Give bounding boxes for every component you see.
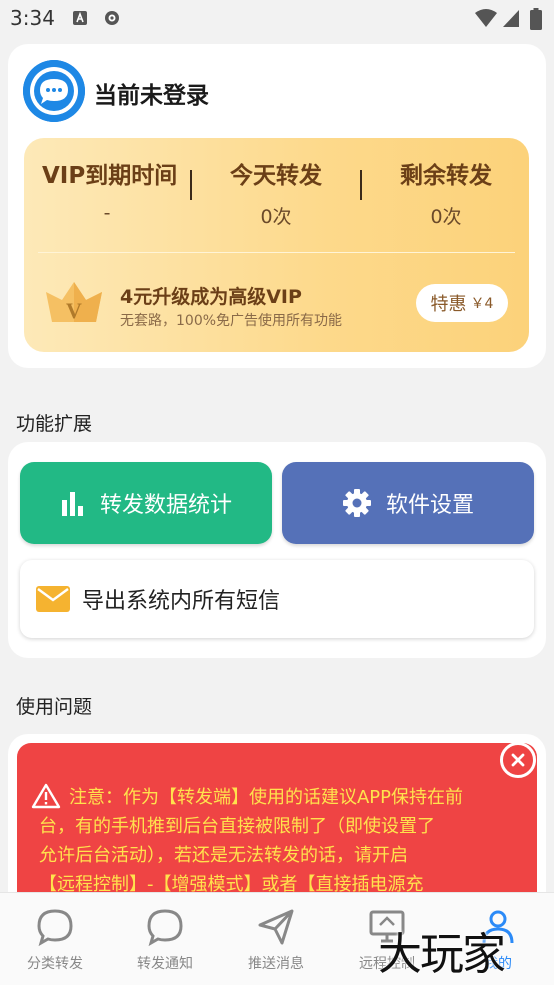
button-label: 转发数据统计 xyxy=(99,493,232,518)
app-screen: 3:34 当前未登录 VIP到期时间 - 今天转发 0次 剩余转发 0次 V 4… xyxy=(0,0,554,985)
price-label: 特惠 xyxy=(430,294,467,315)
close-icon xyxy=(511,753,525,767)
section-title-usage: 使用问题 xyxy=(16,696,93,718)
software-settings-button[interactable]: 软件设置 xyxy=(282,462,534,544)
stat-label: 剩余转发 xyxy=(400,163,492,189)
stat-divider xyxy=(190,170,192,200)
send-icon xyxy=(258,909,294,945)
stat-vip-expiry: VIP到期时间 - xyxy=(42,156,178,224)
gear-icon xyxy=(342,489,371,517)
alert-line: 允许后台活动），若还是无法转发的话，请开启 xyxy=(39,845,408,866)
button-label: 软件设置 xyxy=(385,493,474,518)
stat-value: 0次 xyxy=(430,206,462,228)
stat-label: VIP到期时间 xyxy=(42,163,178,189)
alert-line: 台，有的手机推到后台直接被限制了（即使设置了 xyxy=(39,816,435,837)
envelope-icon xyxy=(36,586,70,612)
stat-value: 0次 xyxy=(260,206,292,228)
export-sms-button[interactable]: 导出系统内所有短信 xyxy=(20,560,534,638)
login-status[interactable]: 当前未登录 xyxy=(94,76,209,110)
message-notification-icon xyxy=(105,11,119,25)
status-bar: 3:34 xyxy=(0,0,554,38)
forward-stats-button[interactable]: 转发数据统计 xyxy=(20,462,272,544)
vip-panel: VIP到期时间 - 今天转发 0次 剩余转发 0次 V 4元升级成为高级VIP … xyxy=(24,138,529,352)
nav-item-category-forward[interactable]: 分类转发 xyxy=(0,907,110,973)
stat-divider xyxy=(360,170,362,200)
chat-avatar-icon xyxy=(23,60,85,122)
nav-item-forward-notification[interactable]: 转发通知 xyxy=(110,907,220,973)
warning-icon xyxy=(31,783,61,809)
upgrade-subtitle: 无套路，100%免广告使用所有功能 xyxy=(120,313,343,329)
stat-value: - xyxy=(103,202,111,224)
bar-chart-icon xyxy=(61,492,83,516)
upgrade-price-button[interactable]: 特惠 ￥4 xyxy=(416,284,508,322)
nav-label: 转发通知 xyxy=(137,956,193,972)
divider xyxy=(38,252,515,253)
battery-icon xyxy=(530,8,542,30)
stat-today-forwards: 今天转发 0次 xyxy=(214,156,338,229)
avatar[interactable] xyxy=(23,60,85,122)
signal-icon xyxy=(503,10,519,27)
nav-label: 分类转发 xyxy=(27,956,83,972)
nav-label: 推送消息 xyxy=(248,956,304,972)
alert-text: 注意：作为【转发端】使用的话建议APP保持在前 台，有的手机推到后台直接被限制了… xyxy=(39,783,517,899)
notification-a-icon xyxy=(73,11,87,25)
profile-card: 当前未登录 VIP到期时间 - 今天转发 0次 剩余转发 0次 V 4元升级成为… xyxy=(8,44,546,368)
watermark: 大玩家 xyxy=(378,929,506,980)
stat-label: 今天转发 xyxy=(230,163,322,189)
chat-bubble-icon xyxy=(37,909,73,947)
price-value: ￥4 xyxy=(470,296,494,312)
functions-card: 转发数据统计 软件设置 导出系统内所有短信 xyxy=(8,442,546,658)
status-time: 3:34 xyxy=(10,6,55,30)
section-title-functions: 功能扩展 xyxy=(16,413,93,435)
close-alert-button[interactable] xyxy=(500,742,536,778)
export-label: 导出系统内所有短信 xyxy=(82,589,281,614)
stat-remaining-forwards: 剩余转发 0次 xyxy=(384,156,508,229)
wifi-icon xyxy=(475,9,497,27)
chat-bubble-icon xyxy=(147,909,183,947)
crown-letter: V xyxy=(66,298,82,323)
vip-crown-icon: V xyxy=(46,282,102,323)
nav-item-push-message[interactable]: 推送消息 xyxy=(221,907,331,973)
upgrade-title: 4元升级成为高级VIP xyxy=(120,286,302,308)
alert-line: 注意：作为【转发端】使用的话建议APP保持在前 xyxy=(69,787,464,808)
